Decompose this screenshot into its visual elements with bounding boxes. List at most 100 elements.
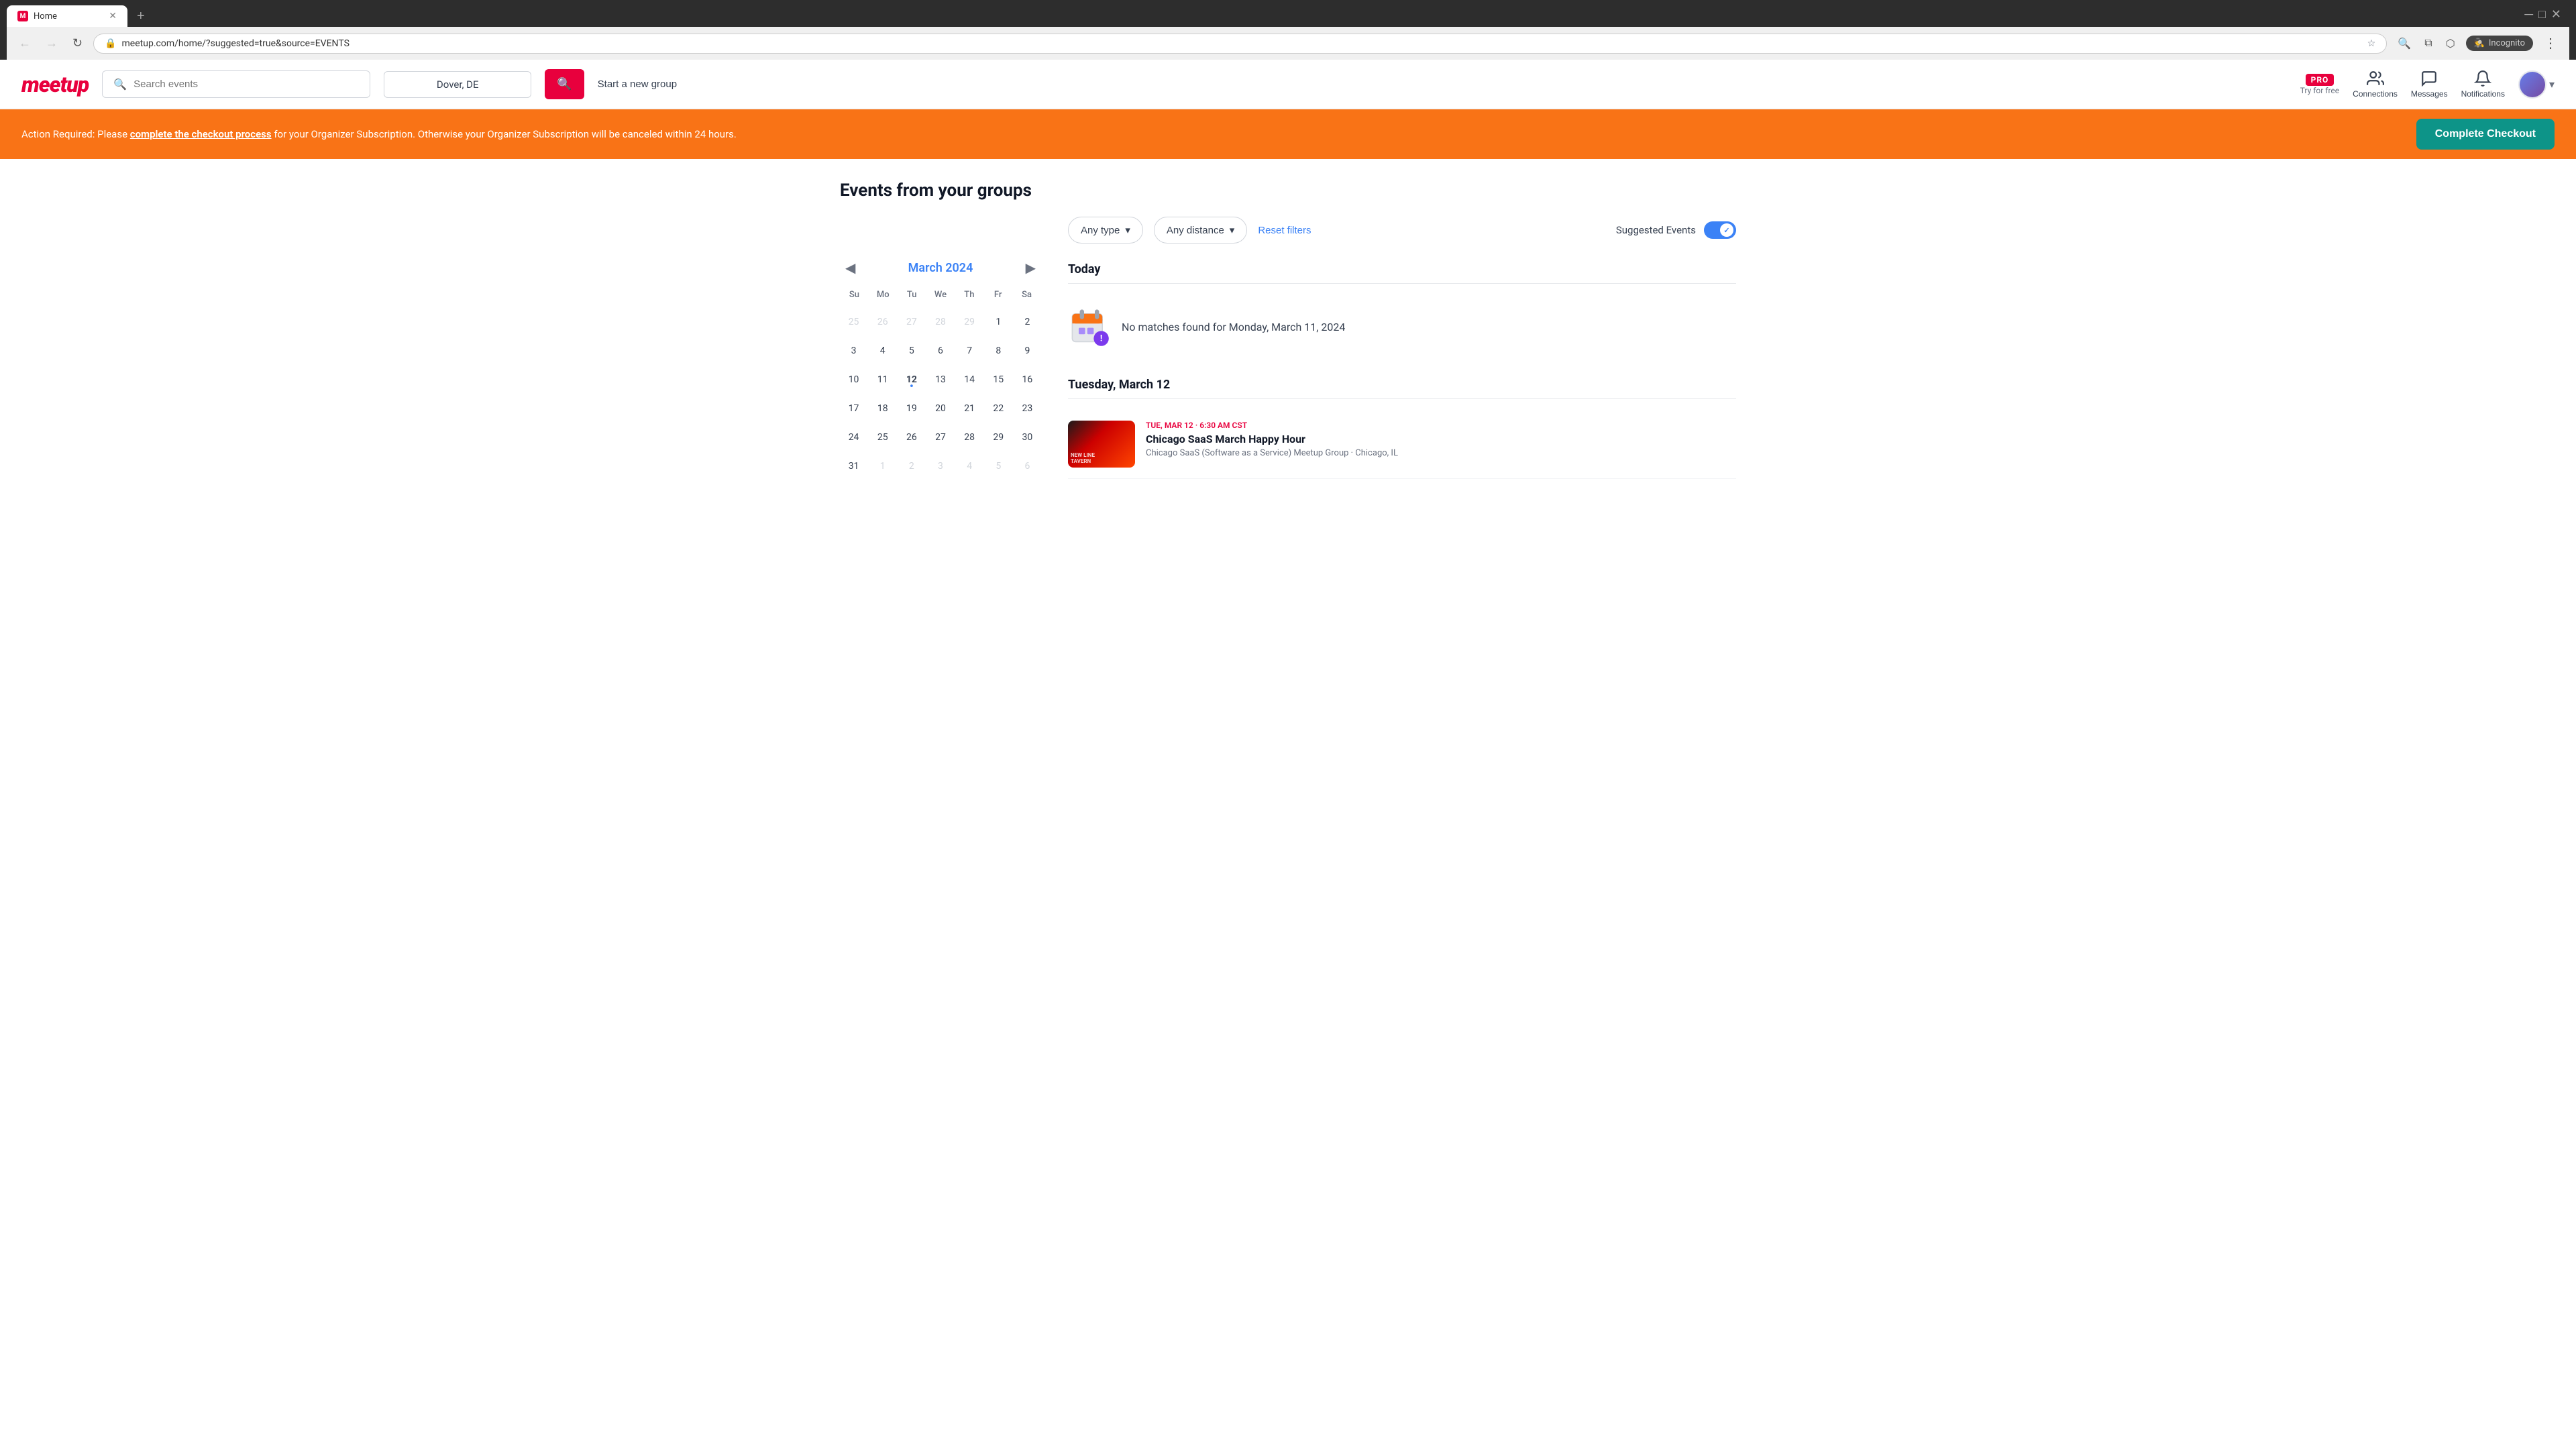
calendar-day[interactable]: 22 [985,394,1012,422]
calendar-day[interactable]: 26 [869,308,896,335]
messages-icon [2420,70,2438,87]
suggested-events-toggle[interactable] [1704,221,1736,239]
alert-text-after: for your Organizer Subscription. Otherwi… [272,128,737,140]
calendar-day[interactable]: 7 [956,337,983,364]
incognito-icon: 🕵 [2474,38,2485,48]
calendar-day[interactable]: 8 [985,337,1012,364]
calendar-day[interactable]: 11 [869,366,896,393]
distance-filter-dropdown[interactable]: Any distance ▾ [1154,217,1247,244]
calendar-day[interactable]: 5 [898,337,925,364]
address-bar[interactable]: 🔒 meetup.com/home/?suggested=true&source… [93,34,2387,54]
calendar-day[interactable]: 20 [926,394,954,422]
calendar-day[interactable]: 30 [1014,424,1041,451]
search-button[interactable]: 🔍 [545,69,584,99]
notifications-button[interactable]: Notifications [2461,70,2505,99]
no-events-icon: ! [1068,305,1111,348]
calendar-day[interactable]: 23 [1014,394,1041,422]
active-tab[interactable]: M Home ✕ [7,5,127,27]
calendar-day[interactable]: 28 [926,308,954,335]
calendar-day[interactable]: 10 [840,366,867,393]
calendar-next-button[interactable]: ▶ [1020,257,1041,279]
reload-button[interactable]: ↻ [68,34,87,53]
minimize-button[interactable]: ─ [2524,7,2533,21]
avatar[interactable] [2518,70,2546,99]
profile-icon[interactable]: ⬡ [2442,34,2459,53]
event-date-time: TUE, MAR 12 · 6:30 AM CST [1146,421,1736,430]
calendar-day[interactable]: 6 [1014,453,1041,480]
avatar-area[interactable]: ▾ [2518,70,2555,99]
type-filter-icon: ▾ [1125,224,1130,236]
calendar-day[interactable]: 25 [869,424,896,451]
calendar-day[interactable]: 18 [869,394,896,422]
search-icon: 🔍 [113,78,127,91]
connections-button[interactable]: Connections [2353,70,2398,99]
calendar-day[interactable]: 19 [898,394,925,422]
close-window-button[interactable]: ✕ [2551,7,2561,21]
distance-filter-label: Any distance [1167,225,1224,236]
browser-menu-button[interactable]: ⋮ [2540,32,2561,54]
calendar-day[interactable]: 26 [898,424,925,451]
calendar-day[interactable]: 27 [926,424,954,451]
calendar-day[interactable]: 3 [926,453,954,480]
weekday-tu: Tu [898,287,926,303]
tab-favicon: M [17,11,28,21]
tab-title: Home [34,11,57,21]
calendar-prev-button[interactable]: ◀ [840,257,861,279]
calendar-day[interactable]: 12 [898,366,925,393]
calendar-day[interactable]: 29 [956,308,983,335]
calendar-day[interactable]: 1 [985,308,1012,335]
suggested-events-row: Suggested Events [1616,221,1736,239]
search-bar[interactable]: 🔍 [102,70,370,98]
calendar-day[interactable]: 17 [840,394,867,422]
calendar-day[interactable]: 25 [840,308,867,335]
search-input[interactable] [133,78,359,90]
svg-text:!: ! [1100,334,1102,344]
calendar-day[interactable]: 4 [956,453,983,480]
complete-checkout-button[interactable]: Complete Checkout [2416,119,2555,150]
weekday-fr: Fr [983,287,1012,303]
calendar-day[interactable]: 21 [956,394,983,422]
calendar-day[interactable]: 6 [926,337,954,364]
start-new-group-button[interactable]: Start a new group [598,78,677,90]
forward-button[interactable]: → [42,34,62,53]
messages-button[interactable]: Messages [2411,70,2448,99]
calendar-day[interactable]: 28 [956,424,983,451]
maximize-button[interactable]: □ [2538,7,2546,21]
pro-badge-area[interactable]: PRO Try for free [2300,74,2339,95]
calendar-day[interactable]: 9 [1014,337,1041,364]
calendar-day[interactable]: 2 [898,453,925,480]
messages-label: Messages [2411,89,2448,99]
calendar-day[interactable]: 16 [1014,366,1041,393]
calendar-day[interactable]: 3 [840,337,867,364]
meetup-logo[interactable]: meetup [21,72,89,97]
calendar-day[interactable]: 4 [869,337,896,364]
avatar-dropdown-icon[interactable]: ▾ [2549,78,2555,91]
calendar-day[interactable]: 1 [869,453,896,480]
new-tab-button[interactable]: + [130,6,152,27]
event-card[interactable]: NEW LINETAVERN TUE, MAR 12 · 6:30 AM CST… [1068,410,1736,479]
back-button[interactable]: ← [15,34,35,53]
browser-toolbar: ← → ↻ 🔒 meetup.com/home/?suggested=true&… [7,27,2569,60]
calendar-day[interactable]: 15 [985,366,1012,393]
checkout-link[interactable]: complete the checkout process [130,128,272,140]
nav-right: PRO Try for free Connections Messages [2300,70,2555,99]
calendar-day[interactable]: 2 [1014,308,1041,335]
calendar-day[interactable]: 24 [840,424,867,451]
tab-close-button[interactable]: ✕ [109,11,117,21]
calendar-day[interactable]: 14 [956,366,983,393]
calendar-day[interactable]: 31 [840,453,867,480]
calendar-day[interactable]: 27 [898,308,925,335]
browser-actions: 🔍 ⧉ ⬡ [2394,34,2459,53]
calendar-day[interactable]: 29 [985,424,1012,451]
calendar-day[interactable]: 5 [985,453,1012,480]
event-group: Chicago SaaS (Software as a Service) Mee… [1146,448,1736,458]
notifications-label: Notifications [2461,89,2505,99]
tuesday-header: Tuesday, March 12 [1068,378,1736,399]
extensions-icon[interactable]: ⧉ [2420,35,2436,52]
reset-filters-button[interactable]: Reset filters [1258,225,1311,236]
star-icon[interactable]: ☆ [2367,38,2376,49]
search-icon[interactable]: 🔍 [2394,34,2415,53]
location-display[interactable]: Dover, DE [384,71,531,98]
type-filter-dropdown[interactable]: Any type ▾ [1068,217,1143,244]
calendar-day[interactable]: 13 [926,366,954,393]
